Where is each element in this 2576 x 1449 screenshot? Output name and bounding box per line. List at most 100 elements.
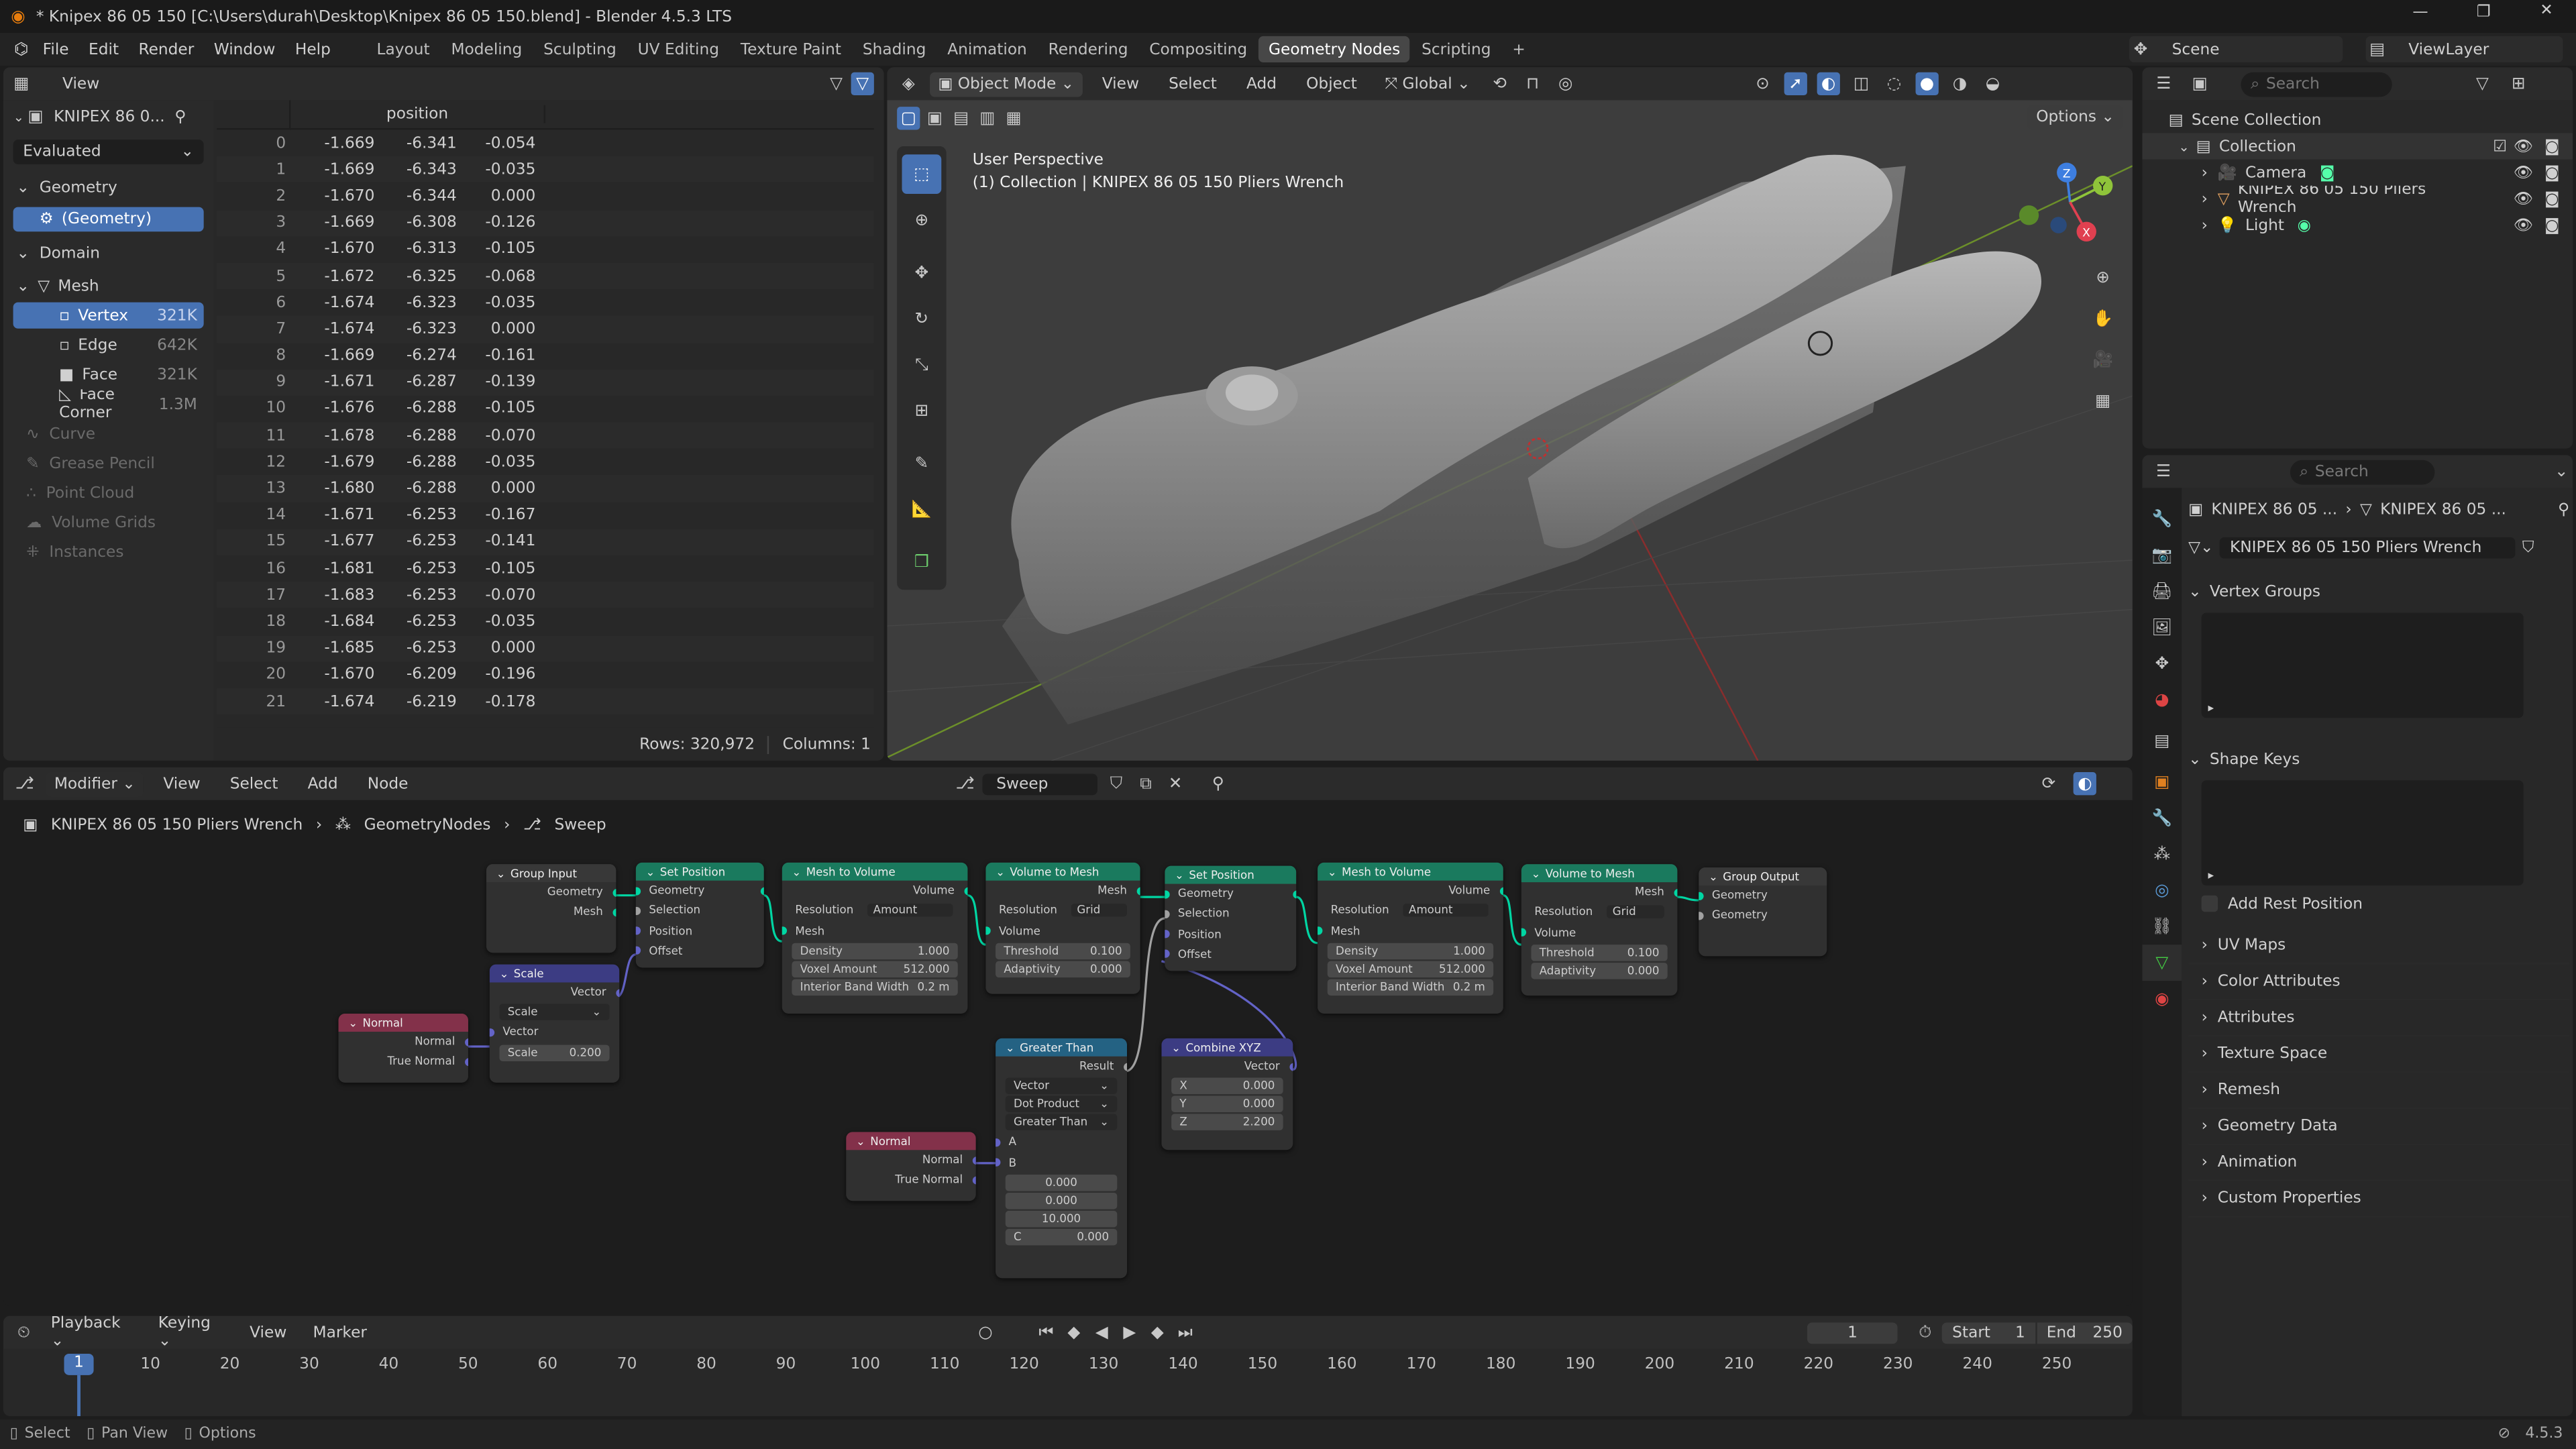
domain-face[interactable]: ■ Face 321K <box>13 360 204 389</box>
outliner-item-pliers[interactable]: › ▽ KNIPEX 86 05 150 Pliers Wrench 👁 ◙ <box>2142 186 2573 212</box>
tab-layout[interactable]: Layout <box>367 36 439 62</box>
jump-end-icon[interactable]: ⏭ <box>1175 1321 1196 1344</box>
density-field[interactable]: Density 1.000 <box>792 943 958 959</box>
shape-keys-panel[interactable]: ⌄ Shape Keys <box>2188 741 2569 777</box>
geometry-socket[interactable] <box>985 926 990 935</box>
filter-icon[interactable]: ▽ <box>2471 72 2493 95</box>
panel-geometry-data[interactable]: › Geometry Data <box>2188 1109 2570 1145</box>
scale-field[interactable]: Scale 0.200 <box>499 1044 610 1061</box>
panel-animation[interactable]: › Animation <box>2188 1145 2570 1181</box>
vertex-groups-list[interactable]: ▸ <box>2201 612 2524 718</box>
geometry-socket[interactable] <box>1499 886 1503 895</box>
b-z-field[interactable]: 10.000 <box>1005 1210 1118 1228</box>
adaptivity-field[interactable]: Adaptivity 0.000 <box>996 961 1130 977</box>
camera-render-icon[interactable]: ◙ <box>2544 190 2560 208</box>
tab-sculpting[interactable]: Sculpting <box>533 36 626 62</box>
node-mesh-to-volume[interactable]: ⌄ Mesh to Volume Volume Resolution Amount … <box>782 862 968 1014</box>
vector-socket[interactable] <box>464 1037 468 1046</box>
minimize-button[interactable]: — <box>2412 3 2428 21</box>
z-field[interactable]: Z 2.200 <box>1171 1114 1283 1131</box>
domain-volume-grids[interactable]: ☁ Volume Grids <box>3 508 213 537</box>
modifier-tab-icon[interactable]: 🔧 <box>2142 800 2182 837</box>
mesh-datablock[interactable]: ▽⌄ KNIPEX 86 05 150 Pliers Wrench ⛉ <box>2188 534 2569 560</box>
mesh-name-field[interactable]: KNIPEX 86 05 150 Pliers Wrench <box>2220 536 2516 558</box>
menu-render[interactable]: Render <box>129 40 204 58</box>
geometry-socket[interactable] <box>1318 926 1322 935</box>
next-key-icon[interactable]: ◆ <box>1146 1321 1168 1344</box>
data-type-dropdown[interactable]: Vector ⌄ <box>1005 1078 1118 1095</box>
resolution-dropdown[interactable]: Grid <box>1070 904 1128 918</box>
node-set-position[interactable]: ⌄ Set Position Geometry Selection Positio… <box>635 862 764 968</box>
geometry-socket[interactable] <box>1521 928 1525 937</box>
vector-socket[interactable] <box>635 926 640 935</box>
geometry-socket[interactable] <box>612 908 616 917</box>
evaluated-dropdown[interactable]: Evaluated ⌄ <box>13 140 204 164</box>
vector-socket[interactable] <box>996 1138 1000 1146</box>
vertex-groups-panel[interactable]: ⌄ Vertex Groups <box>2188 574 2569 610</box>
node-group-output[interactable]: ⌄ Group Output Geometry Geometry <box>1699 867 1827 957</box>
play-icon[interactable]: ▶ <box>1119 1321 1140 1344</box>
boolean-socket[interactable] <box>635 906 640 915</box>
domain-curve[interactable]: ∿ Curve <box>3 419 213 448</box>
geometry-socket[interactable] <box>1673 888 1678 896</box>
menu-marker[interactable]: Marker <box>303 1324 377 1342</box>
domain-face-corner[interactable]: ◺ Face Corner 1.3M <box>13 389 204 419</box>
panel-texture-space[interactable]: › Texture Space <box>2188 1036 2570 1073</box>
eye-icon[interactable]: 👁 <box>2514 190 2534 208</box>
output-tab-icon[interactable]: 🖨 <box>2142 574 2182 610</box>
geometry-socket[interactable] <box>1165 890 1169 898</box>
vector-socket[interactable] <box>1165 950 1169 959</box>
new-collection-icon[interactable]: ⊞ <box>2507 72 2530 95</box>
tab-modeling[interactable]: Modeling <box>441 36 532 62</box>
menu-keying[interactable]: Keying ⌄ <box>148 1316 233 1350</box>
scene-tab-icon[interactable]: ✥ <box>2142 645 2182 682</box>
playhead[interactable]: 1 <box>64 1353 94 1375</box>
current-frame-field[interactable]: 1 <box>1807 1322 1898 1344</box>
stopwatch-icon[interactable]: ⏱ <box>1915 1321 1936 1344</box>
physics-tab-icon[interactable]: ◎ <box>2142 872 2182 908</box>
operation-dropdown[interactable]: Greater Than ⌄ <box>1005 1114 1118 1131</box>
zoom-icon[interactable]: ⊕ <box>2086 261 2119 294</box>
domain-instances[interactable]: ⁜ Instances <box>3 537 213 567</box>
camera-render-icon[interactable]: ◙ <box>2544 164 2560 182</box>
resolution-dropdown[interactable]: Grid <box>1605 906 1664 920</box>
expand-icon[interactable]: ▸ <box>2208 869 2214 883</box>
chevron-down-icon[interactable]: ⌄ <box>2550 460 2573 483</box>
node-scale[interactable]: ⌄ Scale Vector Scale ⌄ Vector Scale 0.200 <box>489 964 620 1083</box>
camera-view-icon[interactable]: 🎥 <box>2086 343 2119 376</box>
filter-icon[interactable]: ▽ <box>824 72 847 95</box>
node-normal[interactable]: ⌄ Normal Normal True Normal <box>338 1014 468 1083</box>
panel-color-attributes[interactable]: › Color Attributes <box>2188 965 2570 1001</box>
filter-active-icon[interactable]: ▽ <box>851 72 874 96</box>
start-frame-field[interactable]: Start 1 <box>1942 1322 2035 1344</box>
x-field[interactable]: X 0.000 <box>1171 1078 1283 1095</box>
outliner-search[interactable]: ⌕ Search <box>2241 71 2392 97</box>
geometry-socket[interactable] <box>963 886 968 895</box>
chevron-down-icon[interactable]: ⌄ <box>13 109 24 124</box>
resolution-dropdown[interactable]: Amount <box>866 904 953 918</box>
vector-socket[interactable] <box>1165 930 1169 938</box>
pliers-model[interactable] <box>887 67 2132 760</box>
menu-help[interactable]: Help <box>285 40 340 58</box>
node-editor[interactable]: ⎇ Modifier ⌄ View Select Add Node ⎇ Sweep… <box>3 767 2133 1306</box>
domain-edge[interactable]: ▫ Edge 642K <box>13 330 204 360</box>
tab-scripting[interactable]: Scripting <box>1411 36 1501 62</box>
node-combine-xyz[interactable]: ⌄ Combine XYZ Vector X 0.000 Y 0.000 Z 2.200 <box>1161 1038 1293 1150</box>
panel-remesh[interactable]: › Remesh <box>2188 1073 2570 1110</box>
editor-type-icon[interactable]: ⏲ <box>13 1321 35 1344</box>
tab-uv-editing[interactable]: UV Editing <box>628 36 729 62</box>
node-volume-to-mesh-2[interactable]: ⌄ Volume to Mesh Mesh Resolution Grid Volu… <box>1521 864 1678 996</box>
pin-icon[interactable]: ⚲ <box>2558 500 2569 519</box>
checkbox-icon[interactable] <box>2201 895 2218 912</box>
scene-collection-row[interactable]: ▤ Scene Collection <box>2142 107 2573 133</box>
pan-hand-icon[interactable]: ✋ <box>2086 303 2119 335</box>
tool-tab-icon[interactable]: 🔧 <box>2142 501 2182 537</box>
menu-playback[interactable]: Playback ⌄ <box>41 1316 142 1350</box>
geometry-socket[interactable] <box>759 886 764 895</box>
node-volume-to-mesh[interactable]: ⌄ Volume to Mesh Mesh Resolution Grid Volu… <box>985 862 1140 994</box>
display-mode-icon[interactable]: ▣ <box>2188 72 2211 95</box>
domain-section[interactable]: ⌄ Domain <box>3 235 213 271</box>
end-frame-field[interactable]: End 250 <box>2036 1322 2133 1344</box>
viewport-3d[interactable]: ◈ ▣ Object Mode ⌄ View Select Add Object ⤧… <box>887 67 2133 761</box>
geometry-socket[interactable] <box>1292 890 1297 898</box>
